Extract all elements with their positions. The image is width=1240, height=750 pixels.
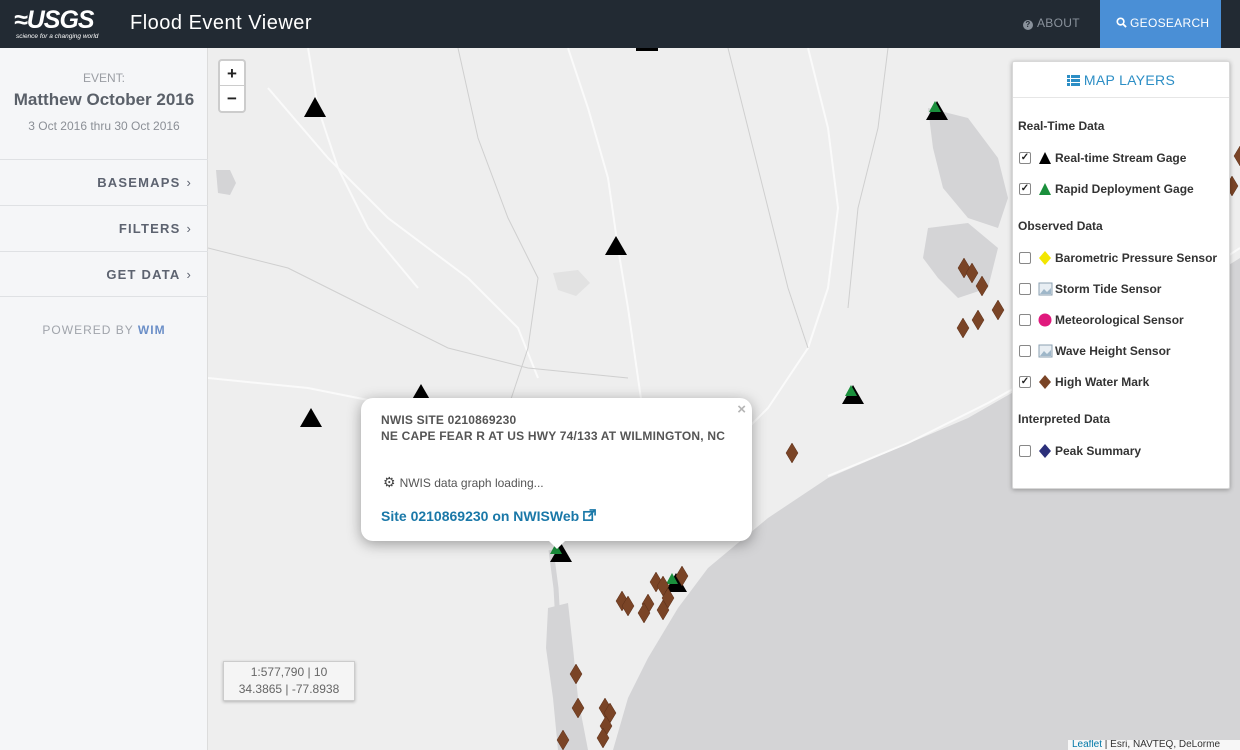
layer-label: Wave Height Sensor bbox=[1055, 344, 1171, 358]
get-data-menu[interactable]: GET DATA › bbox=[0, 251, 208, 297]
layer-label: Barometric Pressure Sensor bbox=[1055, 251, 1218, 265]
layer-checkbox[interactable] bbox=[1019, 345, 1031, 357]
geosearch-button[interactable]: GEOSEARCH bbox=[1100, 0, 1221, 48]
navy-diamond-icon bbox=[1039, 444, 1051, 458]
image-icon bbox=[1038, 282, 1053, 296]
map-layers-header[interactable]: MAP LAYERS bbox=[1013, 62, 1229, 98]
section-real-time: Real-Time Data bbox=[1018, 119, 1105, 133]
brown-diamond-icon bbox=[1039, 375, 1051, 389]
attribution-text: | Esri, NAVTEQ, DeLorme bbox=[1102, 740, 1221, 750]
external-link-icon bbox=[583, 509, 596, 521]
nwisweb-link[interactable]: Site 0210869230 on NWISWeb bbox=[381, 508, 596, 524]
question-icon: ? bbox=[1023, 20, 1033, 30]
usgs-logo[interactable]: ≈USGS science for a changing world bbox=[14, 6, 104, 42]
layer-checkbox[interactable]: ✓ bbox=[1019, 376, 1031, 388]
basemaps-menu[interactable]: BASEMAPS › bbox=[0, 159, 208, 205]
about-label: ABOUT bbox=[1037, 16, 1080, 30]
yellow-diamond-icon bbox=[1039, 251, 1051, 265]
layer-checkbox[interactable]: ✓ bbox=[1019, 183, 1031, 195]
chevron-right-icon: › bbox=[186, 175, 192, 190]
nwisweb-link-text: Site 0210869230 on NWISWeb bbox=[381, 508, 580, 524]
wim-link[interactable]: WIM bbox=[138, 323, 166, 337]
layer-checkbox[interactable] bbox=[1019, 314, 1031, 326]
image-icon bbox=[1038, 344, 1053, 358]
coords-text: 34.3865 | -77.8938 bbox=[238, 682, 340, 696]
geosearch-label: GEOSEARCH bbox=[1130, 16, 1210, 30]
app-title: Flood Event Viewer bbox=[130, 12, 313, 34]
map-attribution: Leaflet | Esri, NAVTEQ, DeLorme bbox=[1068, 740, 1240, 750]
loading-text: NWIS data graph loading... bbox=[399, 476, 544, 490]
popup-tip bbox=[547, 539, 567, 549]
popup-site-id: NWIS SITE 0210869230 bbox=[381, 413, 517, 427]
filters-label: FILTERS bbox=[118, 221, 181, 236]
black-triangle-icon bbox=[1039, 152, 1051, 164]
layer-label: Real-time Stream Gage bbox=[1055, 151, 1187, 165]
layer-checkbox[interactable] bbox=[1019, 283, 1031, 295]
event-dates: 3 Oct 2016 thru 30 Oct 2016 bbox=[28, 119, 180, 133]
popup-loading: ⚙ NWIS data graph loading... bbox=[383, 474, 544, 491]
logo-tagline: science for a changing world bbox=[16, 33, 99, 40]
layer-label: High Water Mark bbox=[1055, 375, 1150, 389]
close-icon[interactable]: × bbox=[737, 401, 746, 418]
search-icon bbox=[1116, 17, 1127, 28]
layer-label: Peak Summary bbox=[1055, 444, 1142, 458]
green-triangle-icon bbox=[1039, 183, 1051, 195]
list-icon bbox=[1066, 75, 1080, 86]
zoom-in-button[interactable]: + bbox=[220, 61, 244, 86]
scale-text: 1:577,790 | 10 bbox=[250, 665, 328, 679]
basemaps-label: BASEMAPS bbox=[97, 175, 181, 190]
filters-menu[interactable]: FILTERS › bbox=[0, 205, 208, 251]
chevron-right-icon: › bbox=[186, 221, 192, 236]
layer-checkbox[interactable] bbox=[1019, 252, 1031, 264]
powered-by-label: POWERED BY bbox=[42, 323, 134, 337]
about-link[interactable]: ? ABOUT bbox=[1023, 16, 1080, 30]
layer-label: Storm Tide Sensor bbox=[1055, 282, 1162, 296]
powered-by: POWERED BY WIM bbox=[0, 323, 208, 337]
event-label: EVENT: bbox=[82, 71, 125, 85]
zoom-control: + − bbox=[218, 59, 246, 113]
layer-checkbox[interactable] bbox=[1019, 445, 1031, 457]
get-data-label: GET DATA bbox=[106, 267, 181, 282]
layer-label: Rapid Deployment Gage bbox=[1055, 182, 1194, 196]
gear-icon: ⚙ bbox=[383, 474, 396, 490]
layer-label: Meteorological Sensor bbox=[1055, 313, 1184, 327]
sidebar: EVENT: Matthew October 2016 3 Oct 2016 t… bbox=[0, 48, 208, 750]
magenta-circle-icon bbox=[1038, 313, 1052, 327]
zoom-out-button[interactable]: − bbox=[220, 86, 244, 111]
site-popup: × NWIS SITE 0210869230 NE CAPE FEAR R AT… bbox=[361, 398, 752, 549]
top-navbar: ≈USGS science for a changing world Flood… bbox=[0, 0, 1240, 48]
logo-wordmark: ≈USGS bbox=[14, 6, 95, 34]
section-observed: Observed Data bbox=[1018, 219, 1103, 233]
scale-coords-box: 1:577,790 | 10 34.3865 | -77.8938 bbox=[223, 661, 355, 701]
leaflet-link[interactable]: Leaflet bbox=[1072, 740, 1102, 750]
event-name: Matthew October 2016 bbox=[13, 90, 195, 109]
section-interpreted: Interpreted Data bbox=[1018, 412, 1111, 426]
chevron-right-icon: › bbox=[186, 267, 192, 282]
map-layers-title: MAP LAYERS bbox=[1083, 72, 1176, 88]
layer-checkbox[interactable]: ✓ bbox=[1019, 152, 1031, 164]
map-container[interactable]: + − × NWIS SITE 0210869230 NE CAPE FEAR … bbox=[208, 48, 1240, 750]
popup-site-name: NE CAPE FEAR R AT US HWY 74/133 AT WILMI… bbox=[381, 429, 726, 443]
map-layers-panel: MAP LAYERS Real-Time Data ✓ Real-time St… bbox=[1012, 61, 1230, 489]
stream-gage-marker[interactable] bbox=[636, 48, 658, 51]
